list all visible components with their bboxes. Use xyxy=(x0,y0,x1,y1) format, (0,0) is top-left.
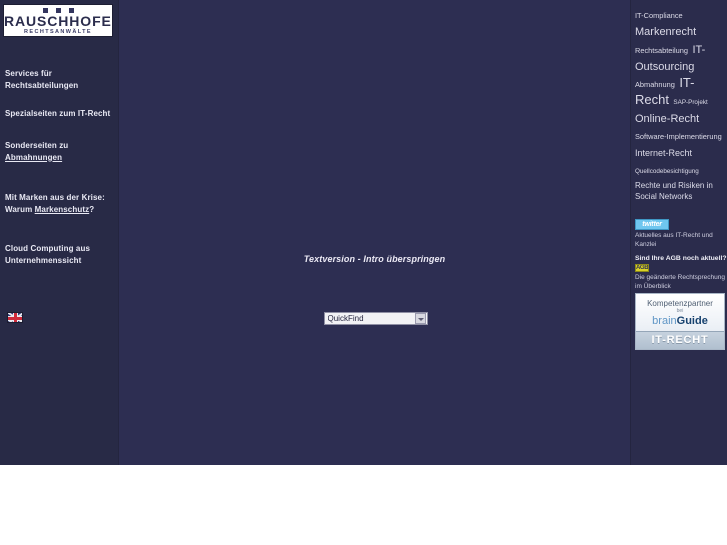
site-logo[interactable]: RAUSCHHOFER RECHTSANWÄLTE xyxy=(3,4,113,37)
sidebar-item-sonderseiten-line1: Sonderseiten zu xyxy=(5,141,69,150)
uk-flag-icon[interactable] xyxy=(7,312,23,323)
agb-desc-line1: Die geänderte Rechtsprechung xyxy=(635,274,725,281)
twitter-icon[interactable]: twitter xyxy=(635,219,669,230)
brainguide-brain: brain xyxy=(652,315,677,327)
sidebar-item-markenschutz-line1: Mit Marken aus der Krise: xyxy=(5,193,105,202)
social-networks-line1: Rechte und Risiken in xyxy=(635,181,713,190)
sidebar-item-sonderseiten[interactable]: Sonderseiten zu Abmahnungen xyxy=(5,140,113,163)
uk-flag-red-vertical xyxy=(14,313,17,322)
tag-markenrecht[interactable]: Markenrecht xyxy=(635,26,696,38)
brainguide-badge[interactable]: Kompetenzpartner bei brainGuide IT-RECHT xyxy=(635,293,725,350)
sidebar-item-cloud-line1: Cloud Computing aus xyxy=(5,244,91,253)
tag-online-recht[interactable]: Online-Recht xyxy=(635,113,699,125)
agb-desc-line2: im Überblick xyxy=(635,282,671,290)
main-content: Textversion - Intro überspringen QuickFi… xyxy=(119,0,630,465)
sidebar-item-markenschutz-underlined: Markenschutz xyxy=(34,204,90,214)
sidebar-item-services[interactable]: Services für Rechtsabteilungen xyxy=(5,68,113,91)
tag-cloud: IT-Compliance Markenrecht Rechtsabteilun… xyxy=(635,5,726,178)
tag-sap-projekt[interactable]: SAP-Projekt xyxy=(673,99,707,106)
brainguide-wordmark: brainGuide xyxy=(636,315,724,328)
sidebar-item-spezialseiten[interactable]: Spezialseiten zum IT-Recht xyxy=(5,108,113,120)
tag-rechtsabteilung[interactable]: Rechtsabteilung xyxy=(635,46,688,55)
brainguide-kompetenzpartner: Kompetenzpartner xyxy=(647,299,713,308)
tag-software-implementierung[interactable]: Software-Implementierung xyxy=(635,132,722,141)
left-sidebar: RAUSCHHOFER RECHTSANWÄLTE Services für R… xyxy=(0,0,119,465)
tag-abmahnung[interactable]: Abmahnung xyxy=(635,80,675,89)
agb-badge-label: AGB xyxy=(636,265,649,271)
twitter-description[interactable]: Aktuelles aus IT-Recht und Kanzlei xyxy=(635,232,725,249)
sidebar-item-cloud-line2: Unternehmenssicht xyxy=(5,255,82,265)
sidebar-item-services-line1: Services für xyxy=(5,69,53,78)
page-root: RAUSCHHOFER RECHTSANWÄLTE Services für R… xyxy=(0,0,727,545)
sidebar-item-spezialseiten-label: Spezialseiten zum IT-Recht xyxy=(5,109,111,118)
brainguide-it-recht: IT-RECHT xyxy=(651,334,709,346)
logo-company-name: RAUSCHHOFER xyxy=(4,13,113,29)
social-networks-link[interactable]: Rechte und Risiken in Social Networks xyxy=(635,180,725,202)
agb-description[interactable]: Die geänderte Rechtsprechung im Überblic… xyxy=(635,274,727,291)
tag-internet-recht[interactable]: Internet-Recht xyxy=(635,148,692,158)
sidebar-item-services-line2: Rechtsabteilungen xyxy=(5,80,79,90)
quickfind-select[interactable]: QuickFind xyxy=(323,312,428,326)
twitter-desc-line1: Aktuelles aus IT-Recht xyxy=(635,232,701,239)
tag-it-compliance[interactable]: IT-Compliance xyxy=(635,11,683,20)
quickfind-container: QuickFind xyxy=(119,310,630,328)
tag-quellcodebesichtigung[interactable]: Quellcodebesichtigung xyxy=(635,168,699,175)
agb-badge-icon: AGB xyxy=(635,264,649,272)
brainguide-bei: bei xyxy=(676,308,684,314)
brainguide-guide: Guide xyxy=(676,315,708,327)
skip-intro-link[interactable]: Textversion - Intro überspringen xyxy=(119,254,630,264)
sidebar-item-cloud-computing[interactable]: Cloud Computing aus Unternehmenssicht xyxy=(5,243,113,266)
social-networks-line2: Social Networks xyxy=(635,192,693,201)
right-sidebar: IT-Compliance Markenrecht Rechtsabteilun… xyxy=(630,0,727,465)
website-canvas: RAUSCHHOFER RECHTSANWÄLTE Services für R… xyxy=(0,0,727,465)
sidebar-item-markenschutz[interactable]: Mit Marken aus der Krise: Warum Markensc… xyxy=(5,192,113,215)
sidebar-item-sonderseiten-line2: Abmahnungen xyxy=(5,152,63,162)
agb-heading-link[interactable]: Sind Ihre AGB noch aktuell? xyxy=(635,254,727,263)
logo-subtitle: RECHTSANWÄLTE xyxy=(24,29,92,35)
